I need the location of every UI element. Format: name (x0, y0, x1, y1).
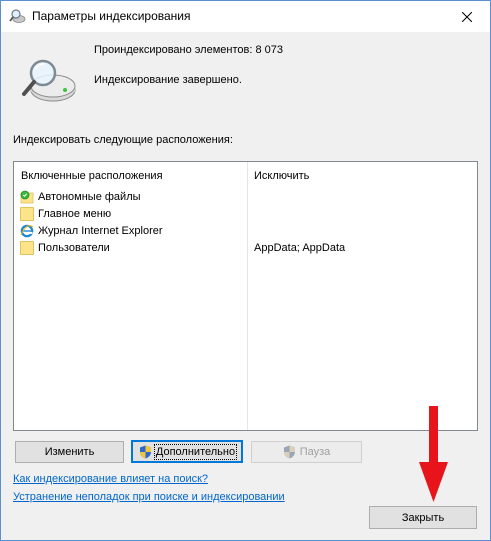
how-indexing-affects-link[interactable]: Как индексирование влияет на поиск? (13, 473, 208, 485)
pause-button-label: Пауза (299, 446, 331, 458)
modify-button[interactable]: Изменить (15, 441, 124, 463)
troubleshoot-indexing-link[interactable]: Устранение неполадок при поиске и индекс… (13, 491, 285, 503)
location-name: Журнал Internet Explorer (38, 225, 163, 237)
modify-button-label: Изменить (44, 446, 95, 458)
indexed-count-text: Проиндексировано элементов: 8 073 (94, 44, 283, 56)
column-header-included[interactable]: Включенные расположения (21, 170, 163, 182)
location-row-offline-files[interactable]: Автономные файлы (14, 189, 477, 206)
location-row-ie-history[interactable]: Журнал Internet Explorer (14, 223, 477, 240)
close-icon (462, 11, 472, 22)
internet-explorer-icon (20, 224, 34, 238)
advanced-button[interactable]: Дополнительно (131, 440, 243, 463)
location-name: Пользователи (38, 242, 110, 254)
close-button[interactable]: Закрыть (369, 506, 477, 529)
close-window-button[interactable] (444, 1, 490, 32)
locations-list[interactable]: Включенные расположения Исключить Автоно… (13, 161, 478, 431)
folder-icon (20, 207, 34, 221)
location-name: Автономные файлы (38, 191, 141, 203)
locations-section-label: Индексировать следующие расположения: (13, 134, 233, 146)
offline-files-icon (20, 190, 34, 204)
location-exclude: AppData; AppData (254, 242, 346, 254)
close-button-label: Закрыть (401, 511, 445, 524)
red-arrow-annotation (419, 406, 448, 502)
indexing-status-text: Индексирование завершено. (94, 74, 242, 86)
uac-shield-icon (283, 445, 295, 459)
location-row-users[interactable]: Пользователи AppData; AppData (14, 240, 477, 257)
uac-shield-icon (139, 445, 151, 458)
folder-icon (20, 241, 34, 255)
indexing-app-icon (9, 9, 26, 23)
location-name: Главное меню (38, 208, 112, 220)
indexing-options-window: Параметры индексирования Проиндексирован… (0, 0, 491, 541)
indexing-magnifier-drive-icon (22, 59, 76, 102)
location-row-start-menu[interactable]: Главное меню (14, 206, 477, 223)
window-title: Параметры индексирования (32, 9, 191, 23)
title-bar: Параметры индексирования (1, 1, 490, 32)
column-header-exclude[interactable]: Исключить (254, 170, 309, 182)
advanced-button-label: Дополнительно (153, 443, 238, 460)
pause-button[interactable]: Пауза (251, 441, 362, 463)
